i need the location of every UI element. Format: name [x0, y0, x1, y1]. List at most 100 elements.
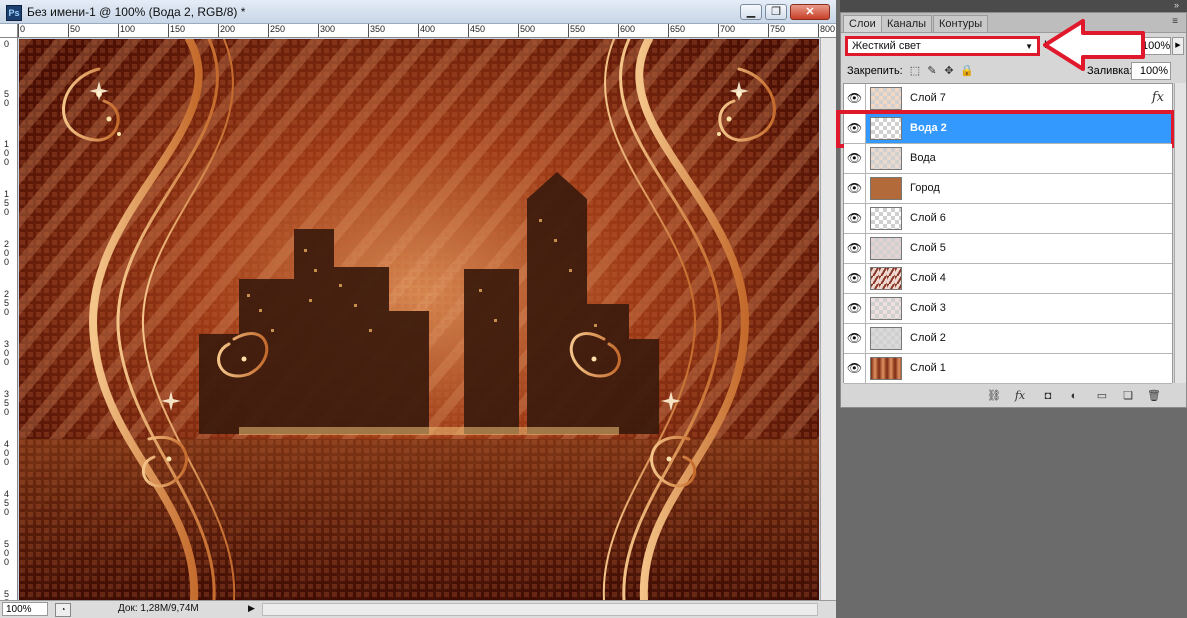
- layer-row[interactable]: 👁 Слой 1: [844, 354, 1172, 384]
- layer-row[interactable]: 👁 Слой 5: [844, 234, 1172, 264]
- adjustment-layer-icon[interactable]: ◐: [1067, 389, 1081, 403]
- layer-row-selected[interactable]: 👁 Вода 2: [836, 110, 1175, 148]
- layer-effects-fx-icon[interactable]: fx: [1152, 90, 1164, 105]
- layer-name: Слой 1: [910, 362, 946, 374]
- layer-row[interactable]: 👁 Слой 2: [844, 324, 1172, 354]
- ruler-tick-label: 4 5 0: [4, 489, 10, 517]
- delete-layer-trash-icon[interactable]: 🗑: [1147, 389, 1161, 403]
- visibility-eye-icon[interactable]: 👁: [844, 144, 866, 173]
- new-layer-icon[interactable]: ❏: [1121, 389, 1135, 403]
- visibility-eye-icon[interactable]: 👁: [844, 294, 866, 323]
- layer-thumbnail: [870, 87, 902, 110]
- layer-thumbnail: [870, 117, 902, 140]
- ruler-tick: [368, 24, 369, 37]
- layer-name: Город: [910, 182, 940, 194]
- ruler-tick-label: 5 0: [4, 89, 10, 108]
- document-info: Док: 1,28M/9,74M: [118, 603, 199, 614]
- status-menu-arrow-icon[interactable]: ▶: [248, 603, 255, 614]
- ruler-origin[interactable]: [0, 24, 18, 38]
- tab-paths[interactable]: Контуры: [933, 15, 989, 32]
- layer-row[interactable]: 👁 Город: [844, 174, 1172, 204]
- ruler-tick-label: 1 0 0: [4, 139, 10, 167]
- layers-scrollbar[interactable]: [1174, 83, 1186, 383]
- ruler-tick-label: 3 0 0: [4, 339, 10, 367]
- image-canvas[interactable]: [19, 39, 819, 600]
- zoom-level-field[interactable]: 100%: [2, 602, 48, 616]
- new-group-folder-icon[interactable]: ▭: [1095, 389, 1109, 403]
- ruler-tick: [468, 24, 469, 37]
- restore-button[interactable]: ❐: [765, 4, 787, 20]
- add-style-fx-icon[interactable]: fx: [1013, 389, 1027, 403]
- layer-row[interactable]: 👁 Слой 4: [844, 264, 1172, 294]
- ruler-tick: [168, 24, 169, 37]
- horizontal-scrollbar[interactable]: [262, 603, 818, 616]
- visibility-eye-icon[interactable]: 👁: [844, 324, 866, 353]
- horizontal-ruler[interactable]: 0 50 100 150 200 250 300 350 400 450 500 550 600 650 7…: [18, 24, 836, 38]
- ruler-tick-label: 3 5 0: [4, 389, 10, 417]
- vertical-scrollbar[interactable]: [820, 38, 836, 600]
- ruler-tick-label: 0: [20, 24, 26, 34]
- link-layers-icon[interactable]: ⛓: [987, 389, 1001, 403]
- opacity-slider-arrow-icon[interactable]: ▶: [1172, 37, 1184, 55]
- ruler-tick-label: 550: [570, 24, 586, 34]
- tab-layers[interactable]: Слои: [843, 15, 882, 32]
- ruler-tick: [68, 24, 69, 37]
- close-button[interactable]: ✕: [790, 4, 830, 20]
- ruler-tick-label: 750: [770, 24, 786, 34]
- lock-position-move-icon[interactable]: ✥: [943, 65, 955, 77]
- layer-row[interactable]: 👁 Вода: [844, 144, 1172, 174]
- tab-channels[interactable]: Каналы: [881, 15, 933, 32]
- ruler-tick: [768, 24, 769, 37]
- visibility-eye-icon[interactable]: 👁: [844, 234, 866, 263]
- ruler-tick-label: 700: [720, 24, 736, 34]
- ruler-tick-label: 250: [270, 24, 286, 34]
- ruler-tick-label: 2 5 0: [4, 289, 10, 317]
- blend-mode-value: Жесткий свет: [852, 40, 921, 52]
- layer-row[interactable]: 👁 Слой 3: [844, 294, 1172, 324]
- document-titlebar[interactable]: Ps Без имени-1 @ 100% (Вода 2, RGB/8) * …: [0, 0, 836, 24]
- collapse-panel-icon[interactable]: »: [1174, 0, 1179, 11]
- visibility-eye-icon[interactable]: 👁: [844, 114, 866, 143]
- visibility-eye-icon[interactable]: 👁: [844, 174, 866, 203]
- ruler-tick: [268, 24, 269, 37]
- ruler-tick-label: 300: [320, 24, 336, 34]
- ruler-tick: [668, 24, 669, 37]
- vertical-ruler[interactable]: 0 5 0 1 0 0 1 5 0 2 0 0 2 5 0 3 0 0 3 5 0 4 0 0 4…: [0, 38, 18, 600]
- layer-row[interactable]: 👁 Слой 6: [844, 204, 1172, 234]
- status-bar: 100% ◔ Док: 1,28M/9,74M ▶: [0, 600, 836, 618]
- layer-thumbnail: [870, 327, 902, 350]
- blend-mode-select[interactable]: Жесткий свет ▼: [845, 36, 1040, 56]
- panel-menu-icon[interactable]: ≡: [1172, 16, 1178, 27]
- lock-pixels-brush-icon[interactable]: ✎: [926, 65, 938, 77]
- ruler-tick: [818, 24, 819, 37]
- lock-transparency-icon[interactable]: ⬚: [909, 65, 921, 77]
- annotation-arrow-icon: [1043, 19, 1145, 71]
- ruler-tick: [218, 24, 219, 37]
- ruler-tick-label: 1 5 0: [4, 189, 10, 217]
- layer-name: Слой 6: [910, 212, 946, 224]
- visibility-eye-icon[interactable]: 👁: [844, 84, 866, 113]
- ruler-tick-label: 650: [670, 24, 686, 34]
- ruler-tick: [718, 24, 719, 37]
- layer-thumbnail: [870, 297, 902, 320]
- layer-name: Слой 2: [910, 332, 946, 344]
- layer-name: Слой 3: [910, 302, 946, 314]
- layer-name: Слой 7: [910, 92, 946, 104]
- ruler-tick: [518, 24, 519, 37]
- lock-all-icon[interactable]: 🔒: [960, 65, 974, 77]
- panel-dock-bar: »: [840, 0, 1187, 12]
- layer-name: Вода: [910, 152, 936, 164]
- ruler-tick: [18, 24, 19, 37]
- ruler-tick-label: 400: [420, 24, 436, 34]
- status-info-icon[interactable]: ◔: [55, 603, 71, 617]
- visibility-eye-icon[interactable]: 👁: [844, 204, 866, 233]
- add-mask-icon[interactable]: ◘: [1041, 389, 1055, 403]
- minimize-button[interactable]: ▁: [740, 4, 762, 20]
- layer-thumbnail: [870, 267, 902, 290]
- visibility-eye-icon[interactable]: 👁: [844, 354, 866, 383]
- ruler-tick-label: 500: [520, 24, 536, 34]
- photoshop-app-icon: Ps: [6, 5, 22, 21]
- visibility-eye-icon[interactable]: 👁: [844, 264, 866, 293]
- ruler-tick-label: 4 0 0: [4, 439, 10, 467]
- layer-row[interactable]: 👁 Слой 7 fx: [844, 84, 1172, 114]
